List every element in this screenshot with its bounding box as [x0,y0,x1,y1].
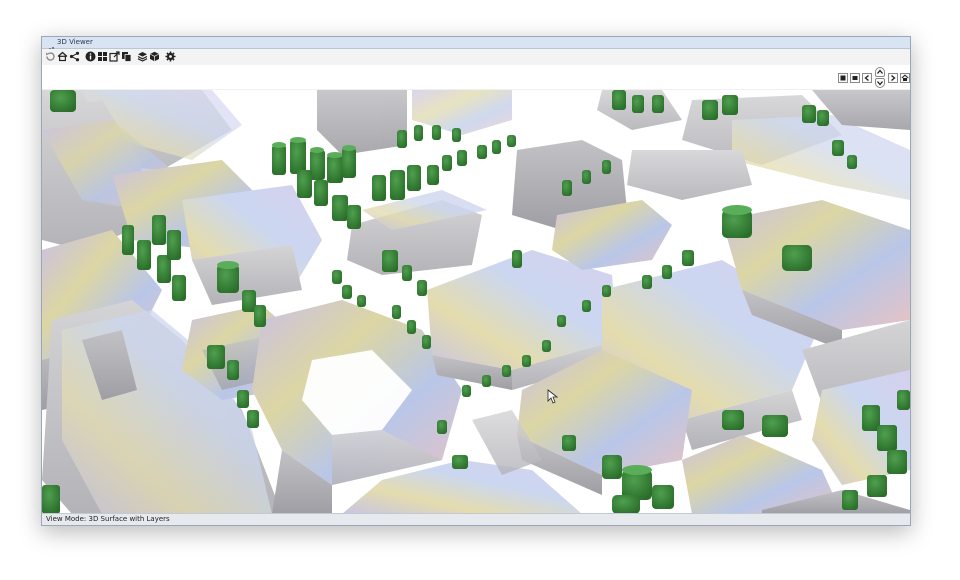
pan-down-icon[interactable] [875,78,885,88]
view-mode-status: View Mode: 3D Surface with Layers [46,515,170,523]
cube-icon[interactable] [149,51,160,62]
city-model-render [42,90,910,514]
pan-up-icon[interactable] [875,67,885,77]
copy-icon[interactable] [121,51,132,62]
status-bar: View Mode: 3D Surface with Layers [42,513,910,525]
reset-view-icon[interactable] [900,73,910,83]
window-title: 3D Viewer [57,38,93,46]
refresh-icon[interactable] [45,51,56,62]
share-icon[interactable] [69,51,80,62]
grid-icon[interactable] [97,51,108,62]
info-icon[interactable] [85,51,96,62]
pan-left-icon[interactable] [862,73,872,83]
layers-icon[interactable] [137,51,148,62]
export-icon[interactable] [109,51,120,62]
settings-icon[interactable] [165,51,176,62]
3d-viewport[interactable] [42,90,910,514]
home-icon[interactable] [57,51,68,62]
view-box-alt-icon[interactable] [850,73,860,83]
toolbar [42,49,910,65]
pan-right-icon[interactable] [888,73,898,83]
title-bar[interactable]: 3D Viewer [42,37,910,54]
viewer-window: 3D Viewer View Mode: 3D Surface with Lay… [41,36,911,526]
view-box-icon[interactable] [838,73,848,83]
navigation-strip [42,65,910,89]
